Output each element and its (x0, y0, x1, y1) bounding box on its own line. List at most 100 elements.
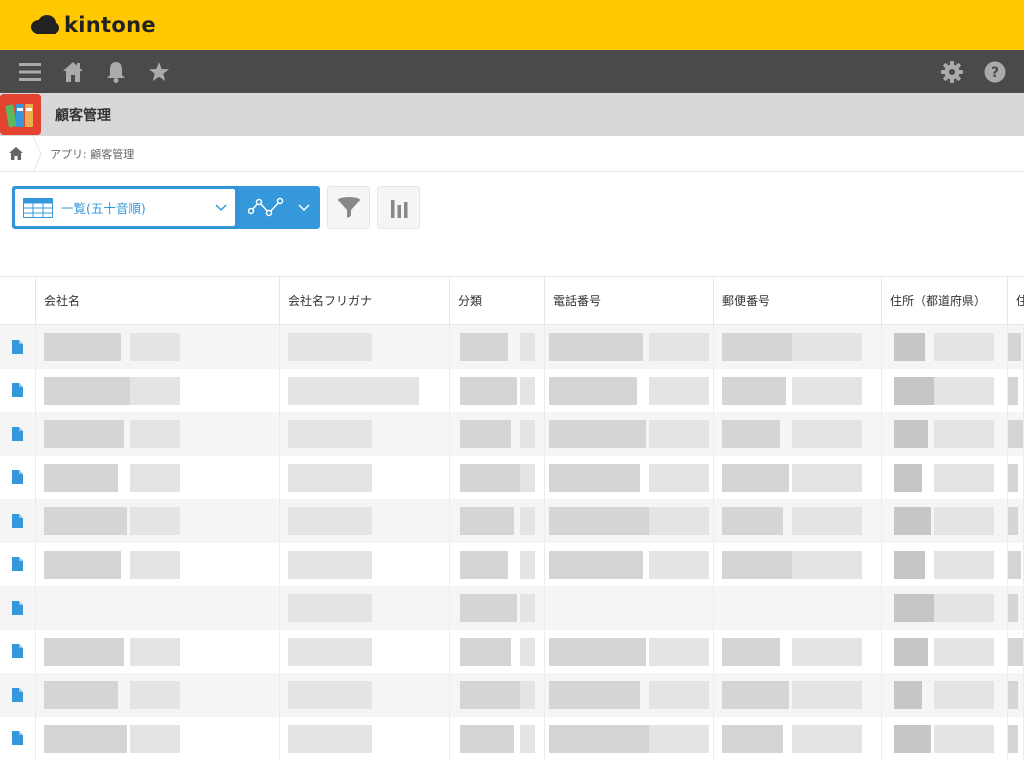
redacted-cell (714, 716, 882, 760)
star-icon[interactable] (137, 50, 180, 93)
redaction-block (520, 507, 535, 535)
redaction-block (130, 333, 180, 361)
gear-icon[interactable] (930, 50, 973, 93)
redaction-block (1008, 637, 1023, 666)
breadcrumb-home-icon[interactable] (0, 136, 32, 172)
redacted-cell (36, 586, 280, 630)
redaction-block (288, 463, 372, 492)
redaction-block (722, 333, 792, 361)
redacted-cell (882, 716, 1008, 760)
graph-view-button[interactable] (238, 186, 320, 229)
redaction-block (520, 550, 535, 579)
redaction-block (792, 637, 862, 666)
chevron-down-icon (298, 203, 310, 211)
redaction-block (722, 724, 783, 753)
table-row[interactable] (0, 716, 1024, 760)
redacted-cell (1008, 629, 1024, 673)
record-detail-link[interactable] (0, 499, 36, 543)
redaction-block (649, 463, 709, 492)
column-header[interactable]: 会社名 (36, 277, 280, 324)
redaction-block (549, 420, 646, 448)
redacted-cell (714, 629, 882, 673)
record-detail-link[interactable] (0, 542, 36, 586)
table-row[interactable] (0, 542, 1024, 586)
table-row[interactable] (0, 629, 1024, 673)
table-row[interactable] (0, 325, 1024, 369)
column-header[interactable]: 住所（都道府県） (882, 277, 1008, 324)
redacted-cell (1008, 499, 1024, 543)
redacted-cell (280, 325, 450, 369)
redaction-block (460, 594, 517, 622)
redaction-block (520, 463, 535, 492)
redacted-cell (280, 499, 450, 543)
redacted-cell (882, 542, 1008, 586)
view-selector[interactable]: 一覧(五十音順) (12, 186, 238, 229)
redacted-cell (1008, 455, 1024, 499)
help-icon[interactable]: ? (973, 50, 1016, 93)
redacted-cell (545, 325, 714, 369)
redaction-block (288, 637, 372, 666)
filter-button[interactable] (327, 186, 370, 229)
redacted-cell (450, 412, 545, 456)
document-icon (12, 513, 23, 528)
redacted-cell (882, 325, 1008, 369)
table-row[interactable] (0, 586, 1024, 630)
redaction-block (520, 724, 535, 753)
redacted-cell (714, 542, 882, 586)
column-header[interactable]: 電話番号 (545, 277, 714, 324)
home-icon[interactable] (51, 50, 94, 93)
table-row[interactable] (0, 412, 1024, 456)
redacted-cell (714, 673, 882, 717)
app-binder-icon[interactable] (0, 94, 41, 135)
line-graph-icon (248, 197, 284, 216)
record-detail-link[interactable] (0, 586, 36, 630)
kintone-logo[interactable]: kintone (30, 13, 156, 37)
redacted-cell (714, 368, 882, 412)
column-header[interactable]: 郵便番号 (714, 277, 882, 324)
redaction-block (894, 724, 931, 753)
redaction-block (722, 681, 789, 709)
redacted-cell (450, 499, 545, 543)
document-icon (12, 470, 23, 485)
column-header[interactable]: 会社名フリガナ (280, 277, 450, 324)
redaction-block (44, 550, 121, 579)
redaction-block (44, 507, 127, 535)
redaction-block (649, 420, 709, 448)
record-list: 会社名 会社名フリガナ 分類 電話番号 郵便番号 住所（都道府県） 住 (0, 276, 1024, 766)
redacted-cell (280, 368, 450, 412)
redaction-block (130, 463, 180, 492)
column-header[interactable]: 分類 (450, 277, 545, 324)
record-detail-link[interactable] (0, 716, 36, 760)
breadcrumb-app-link[interactable]: アプリ: 顧客管理 (50, 146, 134, 162)
cloud-logo-icon (31, 15, 59, 34)
column-header[interactable]: 住 (1008, 277, 1024, 324)
menu-icon[interactable] (8, 50, 51, 93)
redaction-block (894, 594, 934, 622)
record-detail-link[interactable] (0, 455, 36, 499)
redaction-block (460, 681, 520, 709)
record-detail-link[interactable] (0, 368, 36, 412)
global-nav: ? (0, 50, 1024, 93)
table-row[interactable] (0, 368, 1024, 412)
graph-report-button[interactable] (377, 186, 420, 229)
app-title: 顧客管理 (55, 107, 111, 124)
redacted-cell (36, 673, 280, 717)
redacted-cell (280, 412, 450, 456)
redacted-cell (882, 673, 1008, 717)
table-body (0, 325, 1024, 760)
redacted-cell (545, 542, 714, 586)
redacted-cell (36, 542, 280, 586)
table-row[interactable] (0, 673, 1024, 717)
table-row[interactable] (0, 455, 1024, 499)
redacted-cell (882, 455, 1008, 499)
table-row[interactable] (0, 499, 1024, 543)
record-detail-link[interactable] (0, 325, 36, 369)
record-detail-link[interactable] (0, 412, 36, 456)
redacted-cell (545, 716, 714, 760)
redacted-cell (280, 455, 450, 499)
redaction-block (549, 463, 640, 492)
redaction-block (792, 550, 862, 579)
bell-icon[interactable] (94, 50, 137, 93)
record-detail-link[interactable] (0, 673, 36, 717)
record-detail-link[interactable] (0, 629, 36, 673)
